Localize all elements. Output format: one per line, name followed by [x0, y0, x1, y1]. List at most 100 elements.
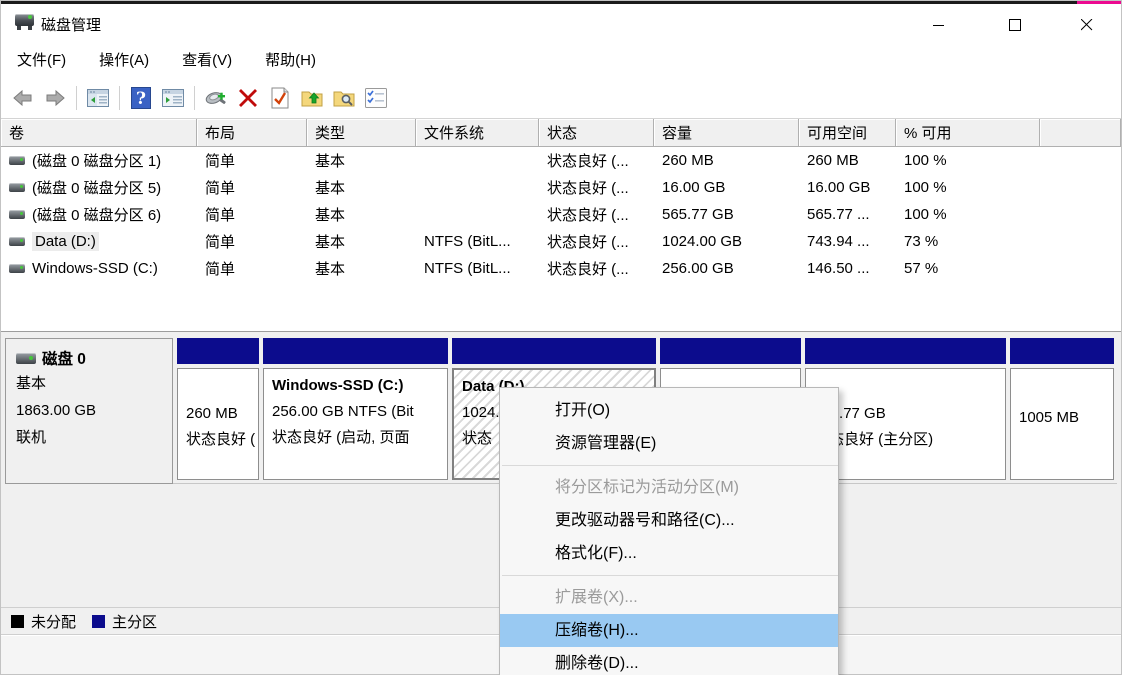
console-tree-icon[interactable]: [82, 84, 114, 112]
partition-windows-ssd-c[interactable]: Windows-SSD (C:) 256.00 GB NTFS (Bit 状态良…: [263, 338, 448, 484]
partition-size: 260 MB: [186, 401, 250, 427]
minimize-button[interactable]: [916, 7, 962, 43]
partition-size: 1005 MB: [1019, 405, 1105, 431]
header-filesystem[interactable]: 文件系统: [416, 119, 539, 147]
volume-name: Data (D:): [32, 232, 99, 251]
table-row[interactable]: (磁盘 0 磁盘分区 6) 简单 基本 状态良好 (... 565.77 GB …: [1, 201, 1121, 228]
partition-header: [660, 338, 801, 364]
volume-layout: 简单: [197, 228, 307, 255]
disk-status: 联机: [16, 424, 162, 451]
menu-separator: [502, 465, 838, 466]
partition-title: Windows-SSD (C:): [272, 373, 439, 399]
table-row[interactable]: Windows-SSD (C:) 简单 基本 NTFS (BitL... 状态良…: [1, 255, 1121, 282]
volume-fs: [416, 174, 539, 201]
menu-item-delete-volume[interactable]: 删除卷(D)...: [500, 647, 838, 675]
volume-free: 743.94 ...: [799, 228, 896, 255]
header-layout[interactable]: 布局: [197, 119, 307, 147]
disk-icon: [16, 353, 36, 364]
volume-capacity: 260 MB: [654, 147, 799, 174]
help-icon[interactable]: ?: [125, 84, 157, 112]
volume-layout: 简单: [197, 147, 307, 174]
volume-fs: NTFS (BitL...: [416, 255, 539, 282]
volume-icon: [9, 264, 25, 273]
header-free-space[interactable]: 可用空间: [799, 119, 896, 147]
table-row[interactable]: (磁盘 0 磁盘分区 1) 简单 基本 状态良好 (... 260 MB 260…: [1, 147, 1121, 174]
volume-pct: 100 %: [896, 147, 1040, 174]
header-filler: [1040, 119, 1121, 147]
volume-fs: NTFS (BitL...: [416, 228, 539, 255]
volume-free: 16.00 GB: [799, 174, 896, 201]
partition-header: [263, 338, 448, 364]
table-row[interactable]: (磁盘 0 磁盘分区 5) 简单 基本 状态良好 (... 16.00 GB 1…: [1, 174, 1121, 201]
menu-view[interactable]: 查看(V): [170, 42, 244, 77]
window-title: 磁盘管理: [41, 14, 101, 35]
header-volume[interactable]: 卷: [1, 119, 197, 147]
menu-help[interactable]: 帮助(H): [253, 42, 328, 77]
volume-icon: [9, 237, 25, 246]
volume-status: 状态良好 (...: [539, 228, 654, 255]
volume-type: 基本: [307, 255, 416, 282]
back-icon[interactable]: [7, 84, 39, 112]
disk-rescan-icon[interactable]: [200, 84, 232, 112]
volume-name: (磁盘 0 磁盘分区 1): [32, 150, 161, 171]
screen-edge-strip: [1, 1, 1121, 4]
checklist-icon[interactable]: [360, 84, 392, 112]
volume-free: 565.77 ...: [799, 201, 896, 228]
volume-layout: 简单: [197, 174, 307, 201]
folder-search-icon[interactable]: [328, 84, 360, 112]
volume-type: 基本: [307, 201, 416, 228]
menu-separator: [502, 575, 838, 576]
disk-name: 磁盘 0: [42, 347, 86, 369]
volume-capacity: 16.00 GB: [654, 174, 799, 201]
menu-file[interactable]: 文件(F): [5, 42, 78, 77]
header-capacity[interactable]: 容量: [654, 119, 799, 147]
volume-list-header: 卷 布局 类型 文件系统 状态 容量 可用空间 % 可用: [1, 119, 1121, 147]
volume-icon: [9, 183, 25, 192]
volume-capacity: 565.77 GB: [654, 201, 799, 228]
title-bar: 磁盘管理: [1, 4, 1121, 41]
partition-context-menu: 打开(O) 资源管理器(E) 将分区标记为活动分区(M) 更改驱动器号和路径(C…: [499, 387, 839, 675]
volume-status: 状态良好 (...: [539, 255, 654, 282]
volume-status: 状态良好 (...: [539, 201, 654, 228]
volume-list: 卷 布局 类型 文件系统 状态 容量 可用空间 % 可用 (磁盘 0 磁盘分区 …: [1, 119, 1121, 331]
menu-item-explorer[interactable]: 资源管理器(E): [500, 427, 838, 460]
volume-status: 状态良好 (...: [539, 174, 654, 201]
maximize-button[interactable]: [992, 7, 1038, 43]
menu-item-format[interactable]: 格式化(F)...: [500, 537, 838, 570]
header-type[interactable]: 类型: [307, 119, 416, 147]
toolbar: ?: [1, 78, 1121, 119]
volume-name: (磁盘 0 磁盘分区 6): [32, 204, 161, 225]
partition-260mb[interactable]: 260 MB 状态良好 (: [177, 338, 259, 484]
volume-pct: 57 %: [896, 255, 1040, 282]
toolbar-separator: [119, 86, 120, 110]
volume-name: (磁盘 0 磁盘分区 5): [32, 177, 161, 198]
menu-action[interactable]: 操作(A): [87, 42, 161, 77]
menu-item-change-drive-letter[interactable]: 更改驱动器号和路径(C)...: [500, 504, 838, 537]
header-status[interactable]: 状态: [539, 119, 654, 147]
partition-status: 状态良好 (: [186, 427, 250, 453]
toolbar-separator: [76, 86, 77, 110]
check-document-icon[interactable]: [264, 84, 296, 112]
volume-layout: 简单: [197, 255, 307, 282]
partition-size: 256.00 GB NTFS (Bit: [272, 399, 439, 425]
forward-icon[interactable]: [39, 84, 71, 112]
volume-fs: [416, 147, 539, 174]
menu-item-extend-volume: 扩展卷(X)...: [500, 581, 838, 614]
screen-edge-accent: [1077, 1, 1121, 4]
partition-1005mb[interactable]: 1005 MB: [1010, 338, 1114, 484]
menu-item-open[interactable]: 打开(O): [500, 394, 838, 427]
disk-0-info-panel[interactable]: 磁盘 0 基本 1863.00 GB 联机: [5, 338, 173, 484]
disk-management-app-icon: [15, 13, 34, 30]
primary-partition-swatch: [92, 615, 105, 628]
folder-up-icon[interactable]: [296, 84, 328, 112]
volume-name: Windows-SSD (C:): [32, 260, 158, 277]
disk-type: 基本: [16, 370, 162, 397]
menu-item-shrink-volume[interactable]: 压缩卷(H)...: [500, 614, 838, 647]
close-button[interactable]: [1064, 7, 1110, 43]
table-row-selected[interactable]: Data (D:) 简单 基本 NTFS (BitL... 状态良好 (... …: [1, 228, 1121, 255]
svg-text:?: ?: [136, 89, 146, 109]
delete-volume-icon[interactable]: [232, 84, 264, 112]
action-pane-icon[interactable]: [157, 84, 189, 112]
volume-type: 基本: [307, 147, 416, 174]
header-pct-free[interactable]: % 可用: [896, 119, 1040, 147]
